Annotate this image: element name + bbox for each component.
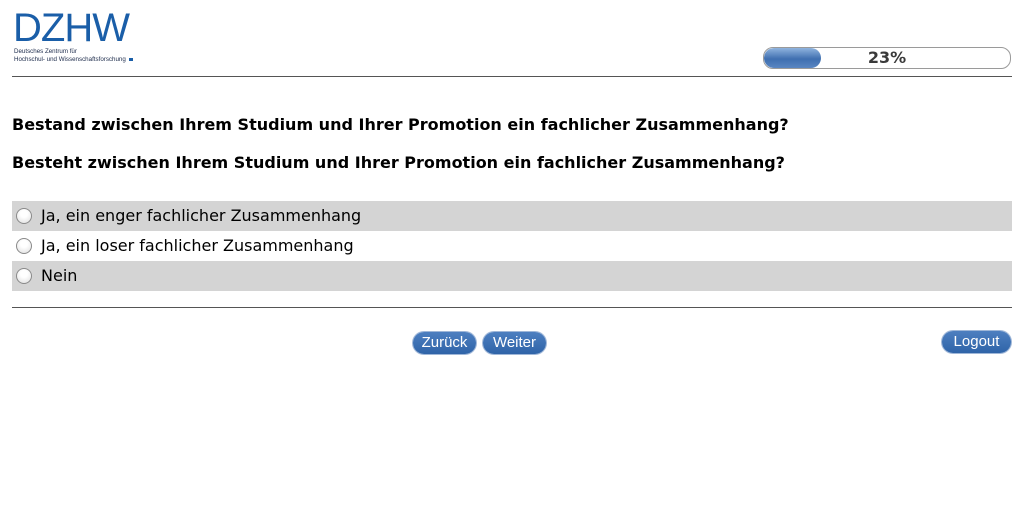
question-text: Bestand zwischen Ihrem Studium und Ihrer… xyxy=(12,115,789,134)
header-divider xyxy=(12,76,1012,77)
back-button[interactable]: Zurück xyxy=(413,332,476,354)
logout-button[interactable]: Logout xyxy=(942,331,1011,353)
option-label: Nein xyxy=(41,266,78,285)
logo-dot-icon xyxy=(128,57,133,61)
radio-button[interactable] xyxy=(16,238,32,254)
logo-subtitle: Deutsches Zentrum für Hochschul- und Wis… xyxy=(14,48,133,64)
footer-divider xyxy=(12,307,1012,308)
logo-subtitle-line2: Hochschul- und Wissenschaftsforschung xyxy=(14,56,126,63)
radio-button[interactable] xyxy=(16,268,32,284)
page-header: DZHW Deutsches Zentrum für Hochschul- un… xyxy=(0,0,1024,78)
progress-bar: 23% xyxy=(763,47,1011,69)
option-row[interactable]: Ja, ein enger fachlicher Zusammenhang xyxy=(12,201,1012,231)
next-button[interactable]: Weiter xyxy=(483,332,546,354)
answer-options: Ja, ein enger fachlicher Zusammenhang Ja… xyxy=(12,201,1012,291)
dzhw-logo: DZHW Deutsches Zentrum für Hochschul- un… xyxy=(13,8,153,70)
logo-subtitle-line1: Deutsches Zentrum für xyxy=(14,48,77,55)
question-text-alt: Besteht zwischen Ihrem Studium und Ihrer… xyxy=(12,153,785,172)
option-label: Ja, ein enger fachlicher Zusammenhang xyxy=(41,206,362,225)
logo-mark: DZHW xyxy=(13,6,130,50)
option-row[interactable]: Nein xyxy=(12,261,1012,291)
option-label: Ja, ein loser fachlicher Zusammenhang xyxy=(41,236,354,255)
progress-label: 23% xyxy=(867,48,907,67)
option-row[interactable]: Ja, ein loser fachlicher Zusammenhang xyxy=(12,231,1012,261)
radio-button[interactable] xyxy=(16,208,32,224)
